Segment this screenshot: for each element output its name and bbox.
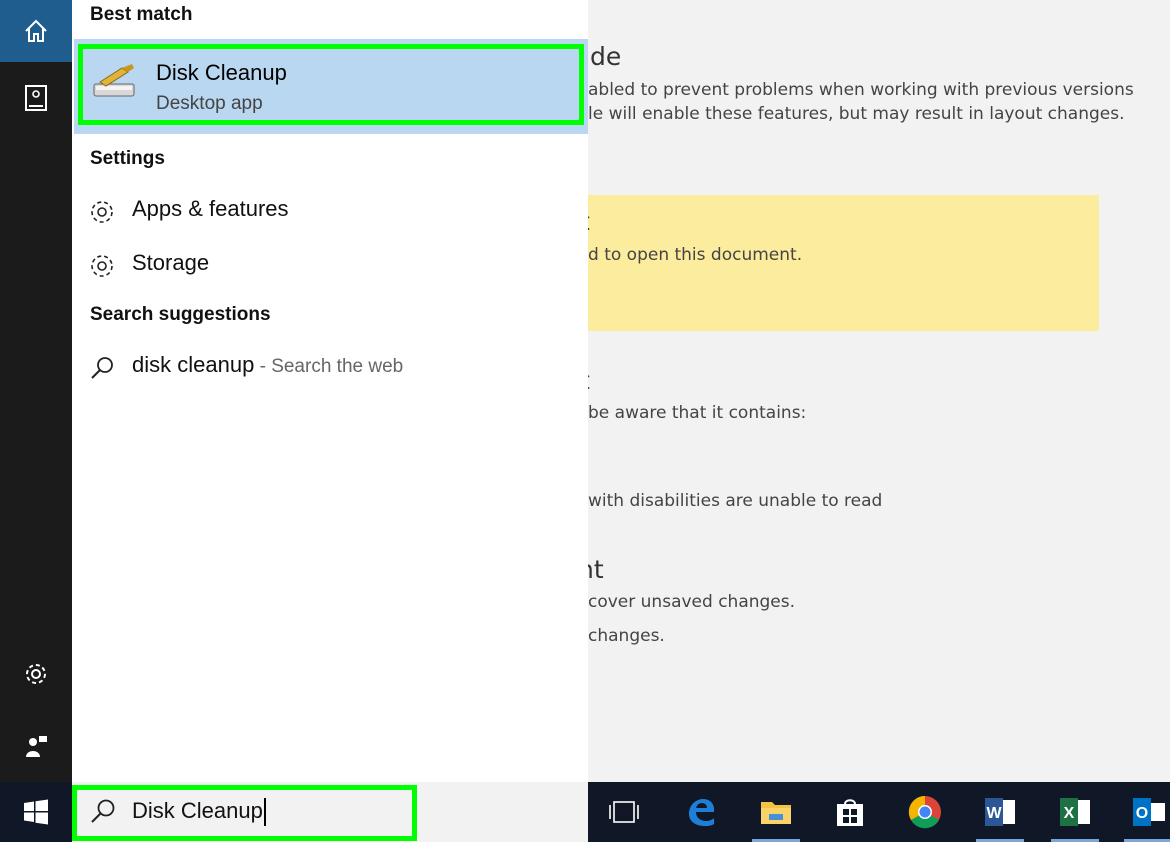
best-match-subtitle: Desktop app <box>156 93 263 114</box>
search-input[interactable]: Disk Cleanup <box>132 798 263 823</box>
chrome-button[interactable] <box>895 782 955 842</box>
background-document: de abled to prevent problems when workin… <box>588 0 1170 782</box>
info-banner: t d to open this document. <box>580 195 1099 331</box>
text-caret <box>263 798 266 827</box>
best-match-header: Best match <box>90 4 193 25</box>
task-view-icon <box>609 801 639 823</box>
settings-item-label: Storage <box>132 250 210 275</box>
suggestion-query: disk cleanup <box>132 352 255 377</box>
highlight-outline <box>78 44 584 125</box>
suggestion-hint: - Search the web <box>254 356 404 377</box>
settings-item-storage[interactable]: Storage <box>72 240 588 288</box>
settings-item-label: Apps & features <box>132 196 289 221</box>
word-button[interactable]: W <box>970 782 1030 842</box>
search-icon <box>91 357 113 379</box>
doc-text: le will enable these features, but may r… <box>588 104 1125 124</box>
outlook-icon: O <box>1133 798 1165 826</box>
outlook-button[interactable]: O <box>1118 782 1170 842</box>
start-rail <box>0 0 72 782</box>
search-results-panel: Best match Disk Cleanup Desktop app Sett… <box>72 0 588 782</box>
doc-heading: de <box>590 42 622 71</box>
search-suggestions-header: Search suggestions <box>90 304 271 325</box>
settings-icon <box>26 664 46 684</box>
settings-item-apps-features[interactable]: Apps & features <box>72 186 588 234</box>
svg-text:X: X <box>1064 805 1075 822</box>
taskbar: Disk Cleanup W X O <box>0 782 1170 842</box>
edge-button[interactable] <box>671 782 731 842</box>
store-icon <box>837 799 863 826</box>
gear-icon <box>91 201 113 223</box>
windows-start-icon <box>24 799 48 825</box>
doc-text: abled to prevent problems when working w… <box>588 80 1134 100</box>
home-button[interactable] <box>0 0 72 62</box>
search-icon <box>91 799 115 823</box>
store-button[interactable] <box>820 782 880 842</box>
chrome-icon <box>908 795 941 829</box>
word-icon: W <box>985 798 1015 826</box>
svg-text:O: O <box>1136 805 1148 822</box>
start-button[interactable] <box>0 782 72 842</box>
disk-cleanup-icon <box>93 64 135 97</box>
svg-text:W: W <box>986 805 1002 822</box>
feedback-icon <box>26 736 47 757</box>
file-explorer-icon <box>761 802 791 824</box>
settings-button[interactable] <box>0 654 72 694</box>
edge-icon <box>689 799 715 826</box>
excel-icon: X <box>1060 798 1090 826</box>
settings-header: Settings <box>90 148 165 169</box>
documents-icon <box>25 85 47 111</box>
best-match-title: Disk Cleanup <box>156 60 287 85</box>
gear-icon <box>91 255 113 277</box>
excel-button[interactable]: X <box>1045 782 1105 842</box>
search-box[interactable]: Disk Cleanup <box>72 782 588 842</box>
feedback-button[interactable] <box>0 726 72 766</box>
banner-text: d to open this document. <box>588 245 803 265</box>
home-icon <box>25 19 47 42</box>
documents-button[interactable] <box>0 78 72 118</box>
web-suggestion-item[interactable]: disk cleanup - Search the web <box>72 342 588 390</box>
task-view-button[interactable] <box>594 782 654 842</box>
file-explorer-button[interactable] <box>746 782 806 842</box>
